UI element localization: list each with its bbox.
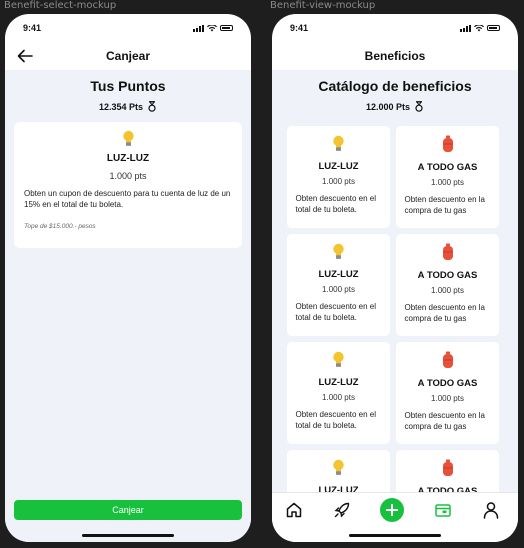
- home-indicator: [349, 534, 441, 537]
- benefit-name: A TODO GAS: [417, 162, 478, 173]
- benefit-description: Obten descuento en el total de tu boleta…: [295, 194, 377, 214]
- benefit-tile[interactable]: LUZ-LUZ 1.000 pts Obten descuento en el to…: [287, 342, 390, 444]
- benefit-points: 1.000 pts: [322, 393, 355, 402]
- gas-cylinder-icon: [442, 351, 454, 373]
- benefit-name: LUZ-LUZ: [318, 269, 359, 280]
- battery-icon: [220, 25, 233, 31]
- lightbulb-icon: [332, 135, 345, 156]
- status-icons: [193, 24, 233, 32]
- benefit-name: A TODO GAS: [417, 270, 478, 281]
- benefit-description: Obten descuento en la compra de tu gas: [404, 411, 486, 431]
- benefit-tile[interactable]: LUZ-LUZ 1.000 pts Obten descuento en el to…: [287, 126, 390, 228]
- home-icon[interactable]: [284, 500, 304, 520]
- benefit-tile[interactable]: A TODO GAS: [396, 450, 499, 492]
- page-title: Tus Puntos: [90, 78, 166, 94]
- lightbulb-icon: [332, 243, 345, 264]
- wifi-icon: [207, 24, 217, 31]
- points-balance: 12.354 Pts: [5, 101, 251, 112]
- benefit-points: 1.000 pts: [431, 394, 464, 403]
- benefit-view-screen: 9:41 Beneficios Catálogo de beneficios 1…: [272, 14, 518, 542]
- benefit-name: LUZ-LUZ: [106, 153, 150, 164]
- benefit-points: 1.000 pts: [431, 286, 464, 295]
- gas-cylinder-icon: [442, 135, 454, 157]
- profile-icon[interactable]: [481, 500, 501, 520]
- benefit-name: LUZ-LUZ: [318, 161, 359, 172]
- benefit-points: 1.000 pts: [109, 171, 147, 181]
- header-title: Beneficios: [364, 49, 426, 63]
- frame-label-select: Benefit-select-mockup: [4, 0, 117, 11]
- gas-cylinder-icon: [442, 243, 454, 265]
- status-time: 9:41: [23, 23, 42, 33]
- home-indicator: [82, 534, 174, 537]
- wifi-icon: [474, 24, 484, 31]
- status-bar: 9:41: [272, 14, 518, 42]
- gas-cylinder-icon: [442, 459, 454, 481]
- benefit-points: 1.000 pts: [322, 285, 355, 294]
- benefit-description: Obten un cupon de descuento para tu cuen…: [24, 189, 231, 209]
- main-content: Tus Puntos 12.354 Pts LUZ-LUZ 1.000 pts …: [5, 70, 251, 542]
- benefit-description: Obten descuento en el total de tu boleta…: [295, 302, 377, 322]
- lightbulb-icon: [332, 351, 345, 372]
- wallet-icon[interactable]: [433, 500, 453, 520]
- points-value: 12.000 Pts: [365, 101, 411, 112]
- benefit-tile[interactable]: A TODO GAS 1.000 pts Obten descuento en la…: [396, 234, 499, 336]
- points-balance: 12.000 Pts: [272, 101, 518, 112]
- add-icon[interactable]: [380, 498, 404, 522]
- lightbulb-icon: [122, 130, 134, 146]
- benefit-tile[interactable]: A TODO GAS 1.000 pts Obten descuento en la…: [396, 342, 499, 444]
- medal-icon: [148, 101, 156, 112]
- benefit-points: 1.000 pts: [322, 177, 355, 186]
- benefit-tile[interactable]: A TODO GAS 1.000 pts Obten descuento en la…: [396, 126, 499, 228]
- signal-icon: [193, 24, 204, 32]
- benefit-description: Obten descuento en la compra de tu gas: [404, 195, 486, 215]
- benefit-tile[interactable]: LUZ-LUZ 1.000 pts Obten descuento en el to…: [287, 234, 390, 336]
- status-icons: [460, 24, 500, 32]
- status-time: 9:41: [290, 23, 309, 33]
- header-title: Canjear: [105, 49, 151, 63]
- medal-icon: [415, 101, 423, 112]
- benefit-name: A TODO GAS: [417, 378, 478, 389]
- signal-icon: [460, 24, 471, 32]
- page-title: Catálogo de beneficios: [318, 78, 472, 94]
- benefits-grid: LUZ-LUZ 1.000 pts Obten descuento en el to…: [287, 126, 499, 492]
- rocket-icon[interactable]: [332, 500, 352, 520]
- benefit-select-screen: 9:41 Canjear Tus Puntos 12.354 Pts LUZ-L…: [5, 14, 251, 542]
- redeem-button[interactable]: Canjear: [14, 500, 242, 520]
- benefit-name: LUZ-LUZ: [318, 377, 359, 388]
- frame-label-view: Benefit-view-mockup: [270, 0, 376, 11]
- header: Canjear: [5, 42, 251, 70]
- benefit-description: Obten descuento en el total de tu boleta…: [295, 410, 377, 430]
- back-arrow-icon[interactable]: [15, 46, 35, 66]
- lightbulb-icon: [332, 459, 345, 480]
- battery-icon: [487, 25, 500, 31]
- main-content: Catálogo de beneficios 12.000 Pts LUZ-LU…: [272, 70, 518, 492]
- benefit-points: 1.000 pts: [431, 178, 464, 187]
- benefit-description: Obten descuento en la compra de tu gas: [404, 303, 486, 323]
- header: Beneficios: [272, 42, 518, 70]
- benefit-name: LUZ-LUZ: [318, 485, 359, 492]
- benefit-tile[interactable]: LUZ-LUZ: [287, 450, 390, 492]
- benefit-note: Tope de $15.000.- pesos: [24, 223, 96, 230]
- points-value: 12.354 Pts: [98, 101, 144, 112]
- status-bar: 9:41: [5, 14, 251, 42]
- benefit-card: LUZ-LUZ 1.000 pts Obten un cupon de desc…: [14, 122, 242, 248]
